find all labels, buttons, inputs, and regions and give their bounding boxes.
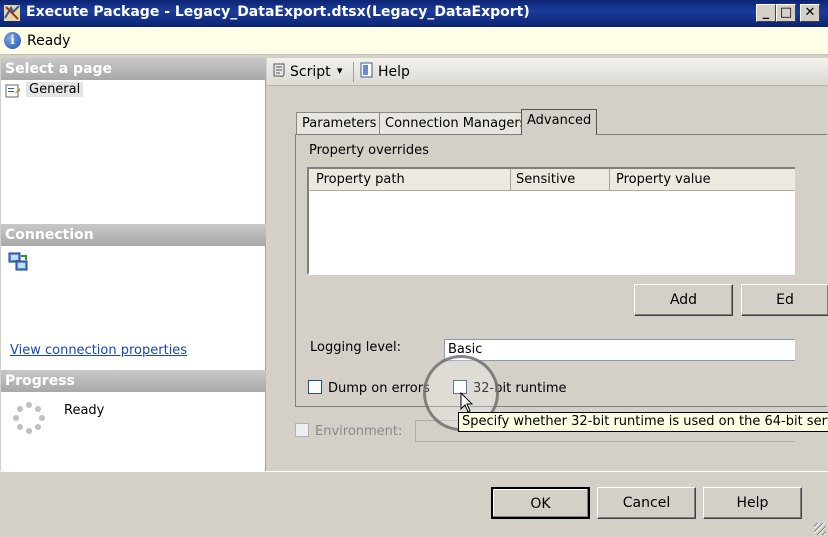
view-connection-properties-link[interactable]: View connection properties <box>10 343 187 358</box>
select-page-header: Select a page <box>1 58 266 80</box>
connection-header: Connection <box>1 224 266 246</box>
minimize-button[interactable]: _ <box>756 4 776 22</box>
environment-option[interactable]: Environment: <box>295 423 402 439</box>
dialog-footer: OK Cancel Help <box>0 471 828 537</box>
main-panel: Script ▾ Help Parameters Connection Mana… <box>267 58 828 471</box>
status-strip: i Ready <box>0 27 828 55</box>
property-overrides-label: Property overrides <box>309 143 429 158</box>
progress-status: Ready <box>64 403 105 418</box>
window-title: Execute Package - Legacy_DataExport.dtsx… <box>26 4 530 20</box>
page-label: General <box>26 82 84 97</box>
left-panel: Select a page General Connection View co… <box>1 58 266 471</box>
help-label: Help <box>378 64 410 80</box>
column-property-value[interactable]: Property value <box>616 172 711 187</box>
column-property-path[interactable]: Property path <box>316 172 405 187</box>
tab-parameters[interactable]: Parameters <box>296 112 383 134</box>
server-connection-icon <box>8 252 28 271</box>
toolbar-separator <box>353 62 354 82</box>
title-bar[interactable]: Execute Package - Legacy_DataExport.dtsx… <box>0 0 828 27</box>
script-icon <box>273 63 285 77</box>
logging-level-label: Logging level: <box>310 340 401 355</box>
dump-on-errors-checkbox[interactable] <box>308 380 322 394</box>
page-properties-icon <box>5 84 20 98</box>
tab-advanced[interactable]: Advanced <box>521 109 598 135</box>
maximize-button[interactable]: □ <box>776 4 796 22</box>
help-toolbar-button[interactable]: Help <box>359 62 410 82</box>
dump-on-errors-option[interactable]: Dump on errors <box>308 380 430 396</box>
close-button[interactable]: ✕ <box>800 4 820 22</box>
environment-label: Environment: <box>315 424 403 439</box>
status-text: Ready <box>27 33 71 49</box>
mouse-cursor-icon <box>460 392 474 413</box>
toolbar: Script ▾ Help <box>267 58 828 86</box>
environment-checkbox[interactable] <box>295 423 309 437</box>
column-separator <box>510 169 511 191</box>
column-sensitive[interactable]: Sensitive <box>516 172 575 187</box>
tooltip: Specify whether 32-bit runtime is used o… <box>458 412 828 432</box>
column-separator <box>609 169 610 191</box>
dump-on-errors-label: Dump on errors <box>328 381 430 396</box>
resize-grip[interactable] <box>814 523 826 535</box>
add-button[interactable]: Add <box>634 284 733 316</box>
script-label: Script <box>290 64 331 80</box>
spinner-icon <box>13 402 45 434</box>
info-icon: i <box>4 32 21 49</box>
help-button[interactable]: Help <box>703 487 802 519</box>
progress-header: Progress <box>1 370 266 392</box>
help-icon <box>360 62 373 78</box>
cancel-button[interactable]: Cancel <box>597 487 696 519</box>
property-overrides-grid[interactable]: Property path Sensitive Property value <box>307 167 795 275</box>
tab-connection-managers[interactable]: Connection Managers <box>379 112 533 134</box>
grid-header: Property path Sensitive Property value <box>309 169 795 191</box>
ok-button[interactable]: OK <box>491 487 590 519</box>
script-button[interactable]: Script <box>271 62 331 82</box>
edit-button[interactable]: Ed <box>741 284 828 316</box>
app-icon <box>4 5 20 21</box>
logging-level-select[interactable]: Basic <box>444 339 795 361</box>
script-dropdown-arrow[interactable]: ▾ <box>337 64 343 84</box>
